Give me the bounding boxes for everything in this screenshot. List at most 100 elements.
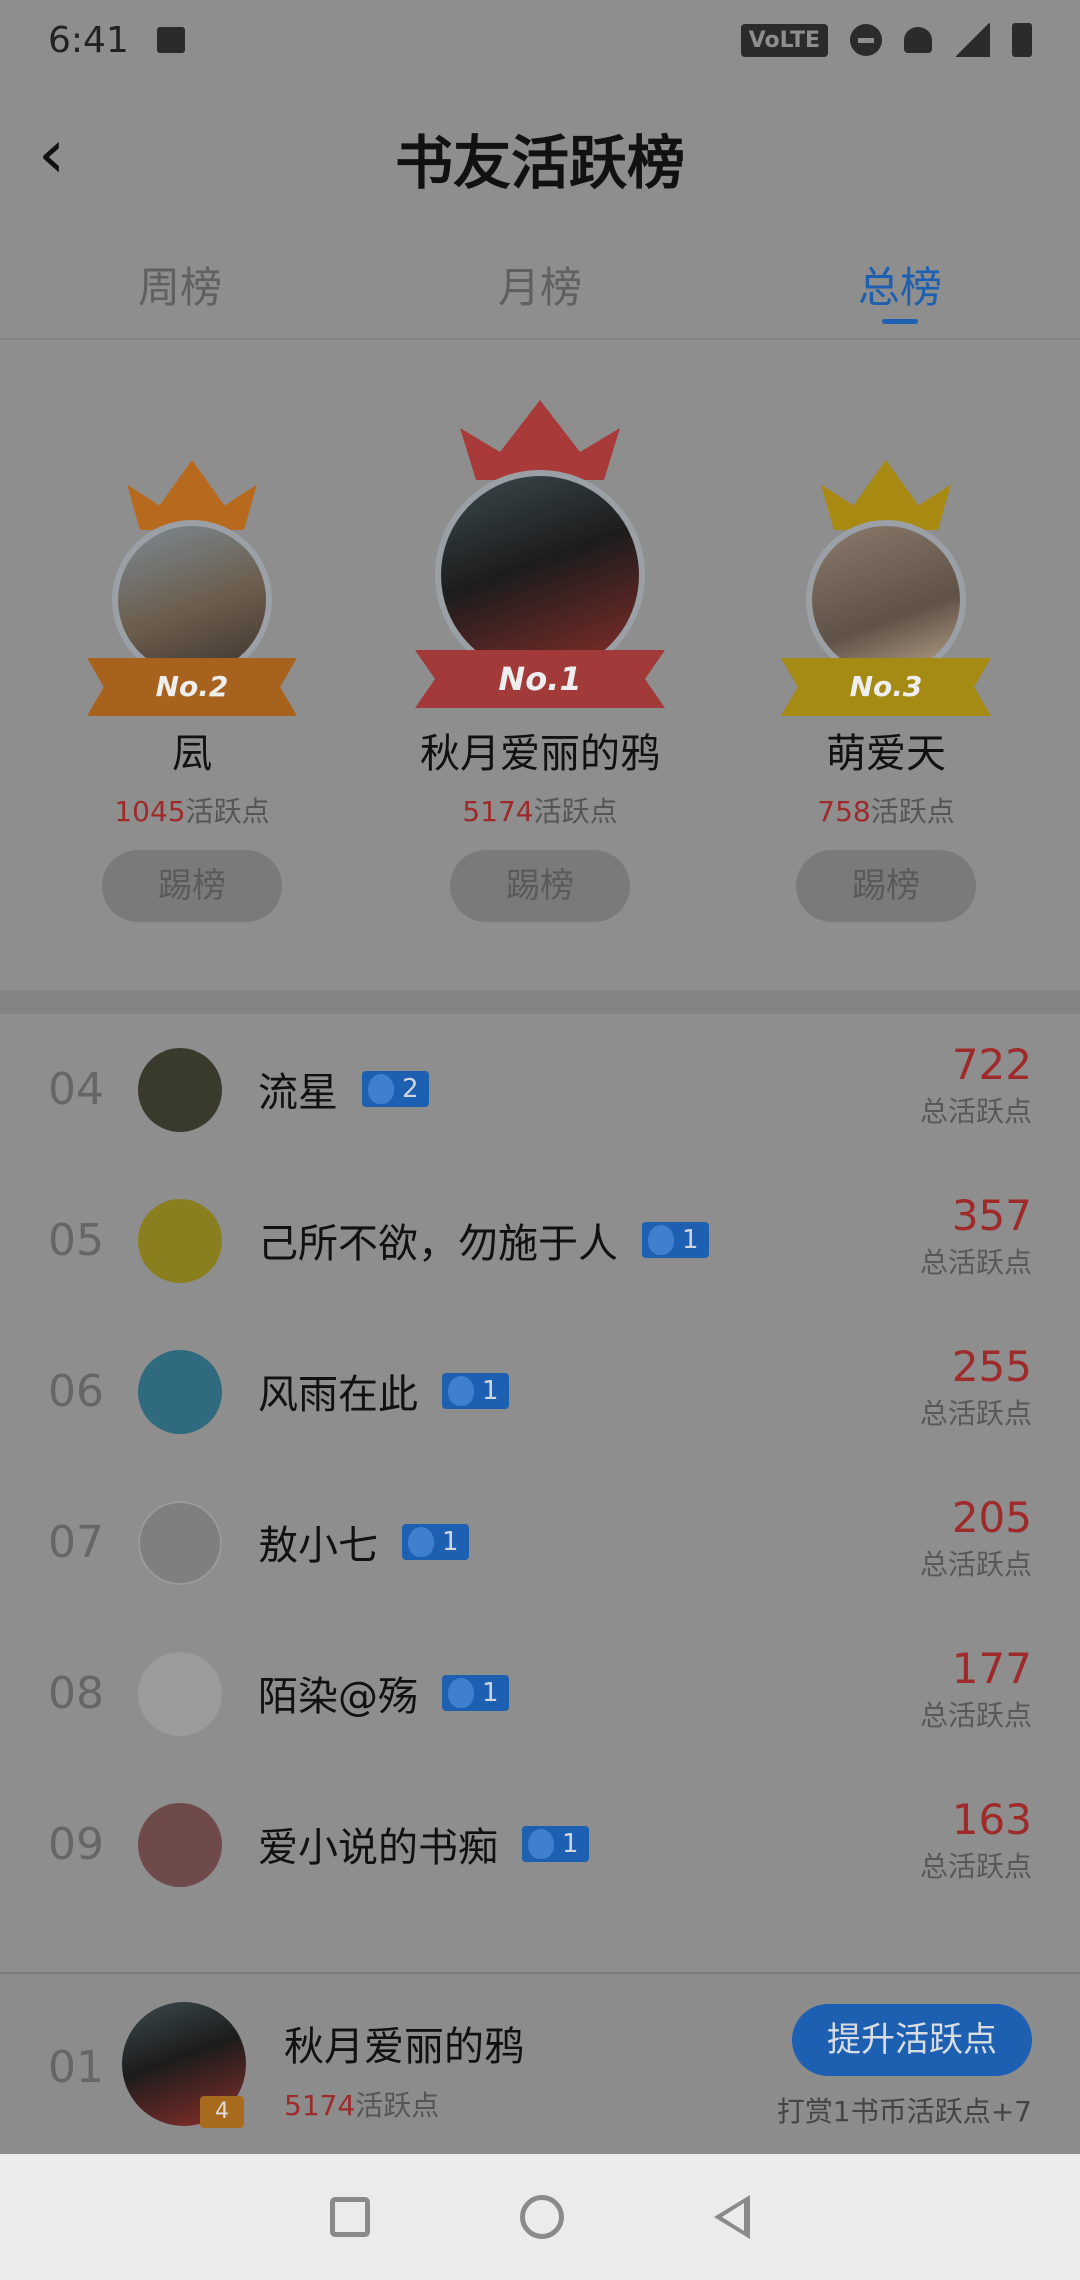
section-divider [0,990,1080,1014]
points-suffix: 活跃点 [185,795,270,828]
badge-level: 1 [562,1829,579,1859]
tab-weekly[interactable]: 周榜 [0,230,360,338]
score-value: 722 [951,1040,1032,1089]
podium-first: No.1 秋月爱丽的鸦 5174活跃点 踢榜 [390,340,690,922]
score-value: 255 [951,1342,1032,1391]
score-value: 357 [951,1191,1032,1240]
avatar[interactable] [138,1350,222,1434]
avatar[interactable] [138,1501,222,1585]
score-block: 357 总活跃点 [920,1189,1032,1283]
image-notification-icon [156,27,185,53]
rank-number: 05 [48,1215,104,1266]
list-item[interactable]: 05 己所不欲，勿施于人 1 357 总活跃点 [0,1165,1080,1316]
flame-icon [648,1225,674,1255]
rank-number: 09 [48,1819,104,1870]
battery-icon [1012,23,1032,57]
status-right: VoLTE [740,23,1032,57]
podium-points: 1045活跃点 [42,792,342,832]
score-block: 205 总活跃点 [920,1491,1032,1585]
badge-level: 1 [482,1376,499,1406]
points-value: 5174 [462,795,534,828]
points-suffix: 活跃点 [870,795,955,828]
score-label: 总活跃点 [919,1850,1032,1883]
kick-button[interactable]: 踢榜 [450,850,630,922]
rank-number: 07 [48,1517,104,1568]
list-item[interactable]: 07 敖小七 1 205 总活跃点 [0,1467,1080,1618]
list-item[interactable]: 08 陌染@殇 1 177 总活跃点 [0,1618,1080,1769]
avatar[interactable] [806,520,966,680]
flame-icon [528,1829,554,1859]
kick-button[interactable]: 踢榜 [796,850,976,922]
rank-number: 08 [48,1668,104,1719]
score-label: 总活跃点 [919,1548,1032,1581]
tab-total[interactable]: 总榜 [720,230,1080,338]
user-name: 流星 [258,1070,338,1116]
system-back-button[interactable] [714,2195,750,2239]
home-button[interactable] [520,2195,564,2239]
crown-icon [460,400,620,480]
avatar[interactable] [138,1199,222,1283]
podium-second: No.2 凨 1045活跃点 踢榜 [42,340,342,922]
name-group: 敖小七 1 [258,1513,469,1571]
my-points-suffix: 活跃点 [355,2089,440,2122]
name-group: 风雨在此 1 [258,1362,509,1420]
score-label: 总活跃点 [919,1699,1032,1732]
podium-third-emblem: No.3 [736,340,1036,720]
boost-activity-button[interactable]: 提升活跃点 [792,2004,1032,2076]
user-name: 敖小七 [258,1523,378,1569]
name-group: 爱小说的书痴 1 [258,1815,589,1873]
list-item[interactable]: 06 风雨在此 1 255 总活跃点 [0,1316,1080,1467]
recents-button[interactable] [330,2197,370,2237]
badge-level: 1 [682,1225,699,1255]
status-bar: 6:41 VoLTE [0,0,1080,80]
avatar[interactable] [138,1652,222,1736]
podium-name: 萌爱天 [826,731,946,777]
list-item[interactable]: 09 爱小说的书痴 1 163 总活跃点 [0,1769,1080,1920]
do-not-disturb-icon [850,24,882,56]
name-group: 流星 2 [258,1060,429,1118]
reward-hint: 打赏1书币活跃点+7 [776,2095,1032,2128]
name-group: 己所不欲，勿施于人 1 [258,1211,709,1269]
badge-level: 1 [482,1678,499,1708]
my-name: 秋月爱丽的鸦 [284,2024,524,2070]
list-item[interactable]: 04 流星 2 722 总活跃点 [0,1014,1080,1165]
level-badge: 2 [362,1071,429,1107]
avatar[interactable] [435,470,645,680]
system-nav-bar [0,2154,1080,2280]
user-name: 爱小说的书痴 [258,1825,498,1871]
status-left: 6:41 [48,20,185,61]
my-level-badge: 4 [200,2096,244,2128]
rank-ribbon: No.3 [781,658,991,716]
level-badge: 1 [442,1373,509,1409]
rank-ribbon: No.2 [87,658,297,716]
my-points-value: 5174 [284,2089,356,2122]
name-group: 陌染@殇 1 [258,1664,509,1722]
kick-button[interactable]: 踢榜 [102,850,282,922]
page-title: 书友活跃榜 [394,129,685,197]
level-badge: 1 [522,1826,589,1862]
avatar[interactable] [112,520,272,680]
score-value: 163 [951,1795,1032,1844]
podium-third: No.3 萌爱天 758活跃点 踢榜 [736,340,1036,922]
flame-icon [448,1376,474,1406]
score-block: 722 总活跃点 [920,1038,1032,1132]
tab-monthly[interactable]: 月榜 [360,230,720,338]
clock: 6:41 [48,19,129,61]
score-block: 163 总活跃点 [920,1793,1032,1887]
points-value: 758 [817,795,871,828]
signal-icon [954,23,990,57]
podium-name: 凨 [172,731,212,777]
ranking-list: 04 流星 2 722 总活跃点 05 己所不欲，勿施于人 1 357 总活跃点… [0,1014,1080,1974]
score-label: 总活跃点 [919,1246,1032,1279]
avatar[interactable] [138,1048,222,1132]
score-block: 255 总活跃点 [920,1340,1032,1434]
user-name: 陌染@殇 [258,1674,418,1720]
avatar[interactable] [138,1803,222,1887]
podium: No.2 凨 1045活跃点 踢榜 No.1 秋月爱丽的鸦 5174活跃点 踢榜… [0,340,1080,990]
mute-bell-icon [904,27,932,53]
score-label: 总活跃点 [919,1397,1032,1430]
podium-name: 秋月爱丽的鸦 [420,731,660,777]
my-points: 5174活跃点 [284,2084,439,2124]
podium-points: 5174活跃点 [390,792,690,832]
my-rank-bar: 01 4 秋月爱丽的鸦 5174活跃点 提升活跃点 打赏1书币活跃点+7 [0,1972,1080,2154]
